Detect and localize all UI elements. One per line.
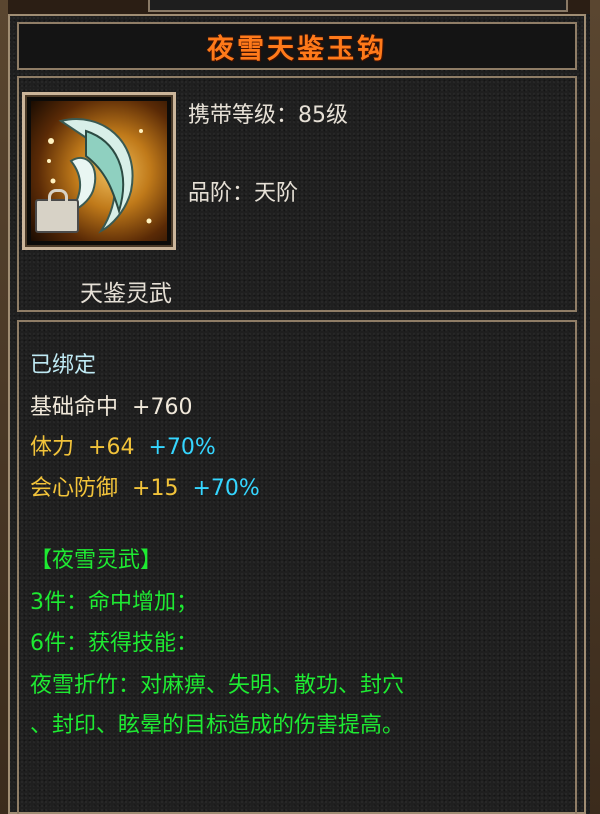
set-skill-line-2: 、封印、眩晕的目标造成的伤害提高。 <box>30 713 405 738</box>
bound-status: 已绑定 <box>30 353 97 378</box>
set-skill-line-1: 夜雪折竹：对麻痹、失明、散功、封穴 <box>30 673 405 698</box>
stat-row: 体力 +64 +70% <box>30 429 216 461</box>
grade-label: 品阶： <box>188 181 255 206</box>
stat-label: 体力 <box>30 435 75 460</box>
stat-value: +760 <box>132 395 193 420</box>
stat-value: +64 <box>88 435 135 460</box>
item-type: 天鉴灵武 <box>80 281 172 307</box>
item-grade: 品阶：天阶 <box>188 175 298 207</box>
left-edge <box>0 0 8 814</box>
stat-row: 基础命中 +760 <box>30 389 192 421</box>
set-name: 【夜雪灵武】 <box>30 548 163 573</box>
item-name: 夜雪天鉴玉钩 <box>207 33 387 65</box>
stat-label: 会心防御 <box>30 476 119 501</box>
item-icon-frame[interactable] <box>22 92 176 250</box>
right-edge <box>590 0 600 814</box>
set-bonus-6: 6件：获得技能： <box>30 631 198 656</box>
set-bonus-3: 3件：命中增加； <box>30 590 198 615</box>
stat-bonus: +70% <box>192 476 260 501</box>
lock-icon <box>35 189 79 233</box>
item-title-box: 夜雪天鉴玉钩 <box>17 22 577 70</box>
top-strip <box>0 0 600 14</box>
stat-row: 会心防御 +15 +70% <box>30 470 260 502</box>
carry-level-value: 85级 <box>298 103 349 128</box>
stat-label: 基础命中 <box>30 395 119 420</box>
stat-bonus: +70% <box>148 435 216 460</box>
carry-level-label: 携带等级： <box>188 103 299 128</box>
stat-value: +15 <box>132 476 179 501</box>
carry-level: 携带等级：85级 <box>188 97 348 129</box>
grade-value: 天阶 <box>254 181 299 206</box>
